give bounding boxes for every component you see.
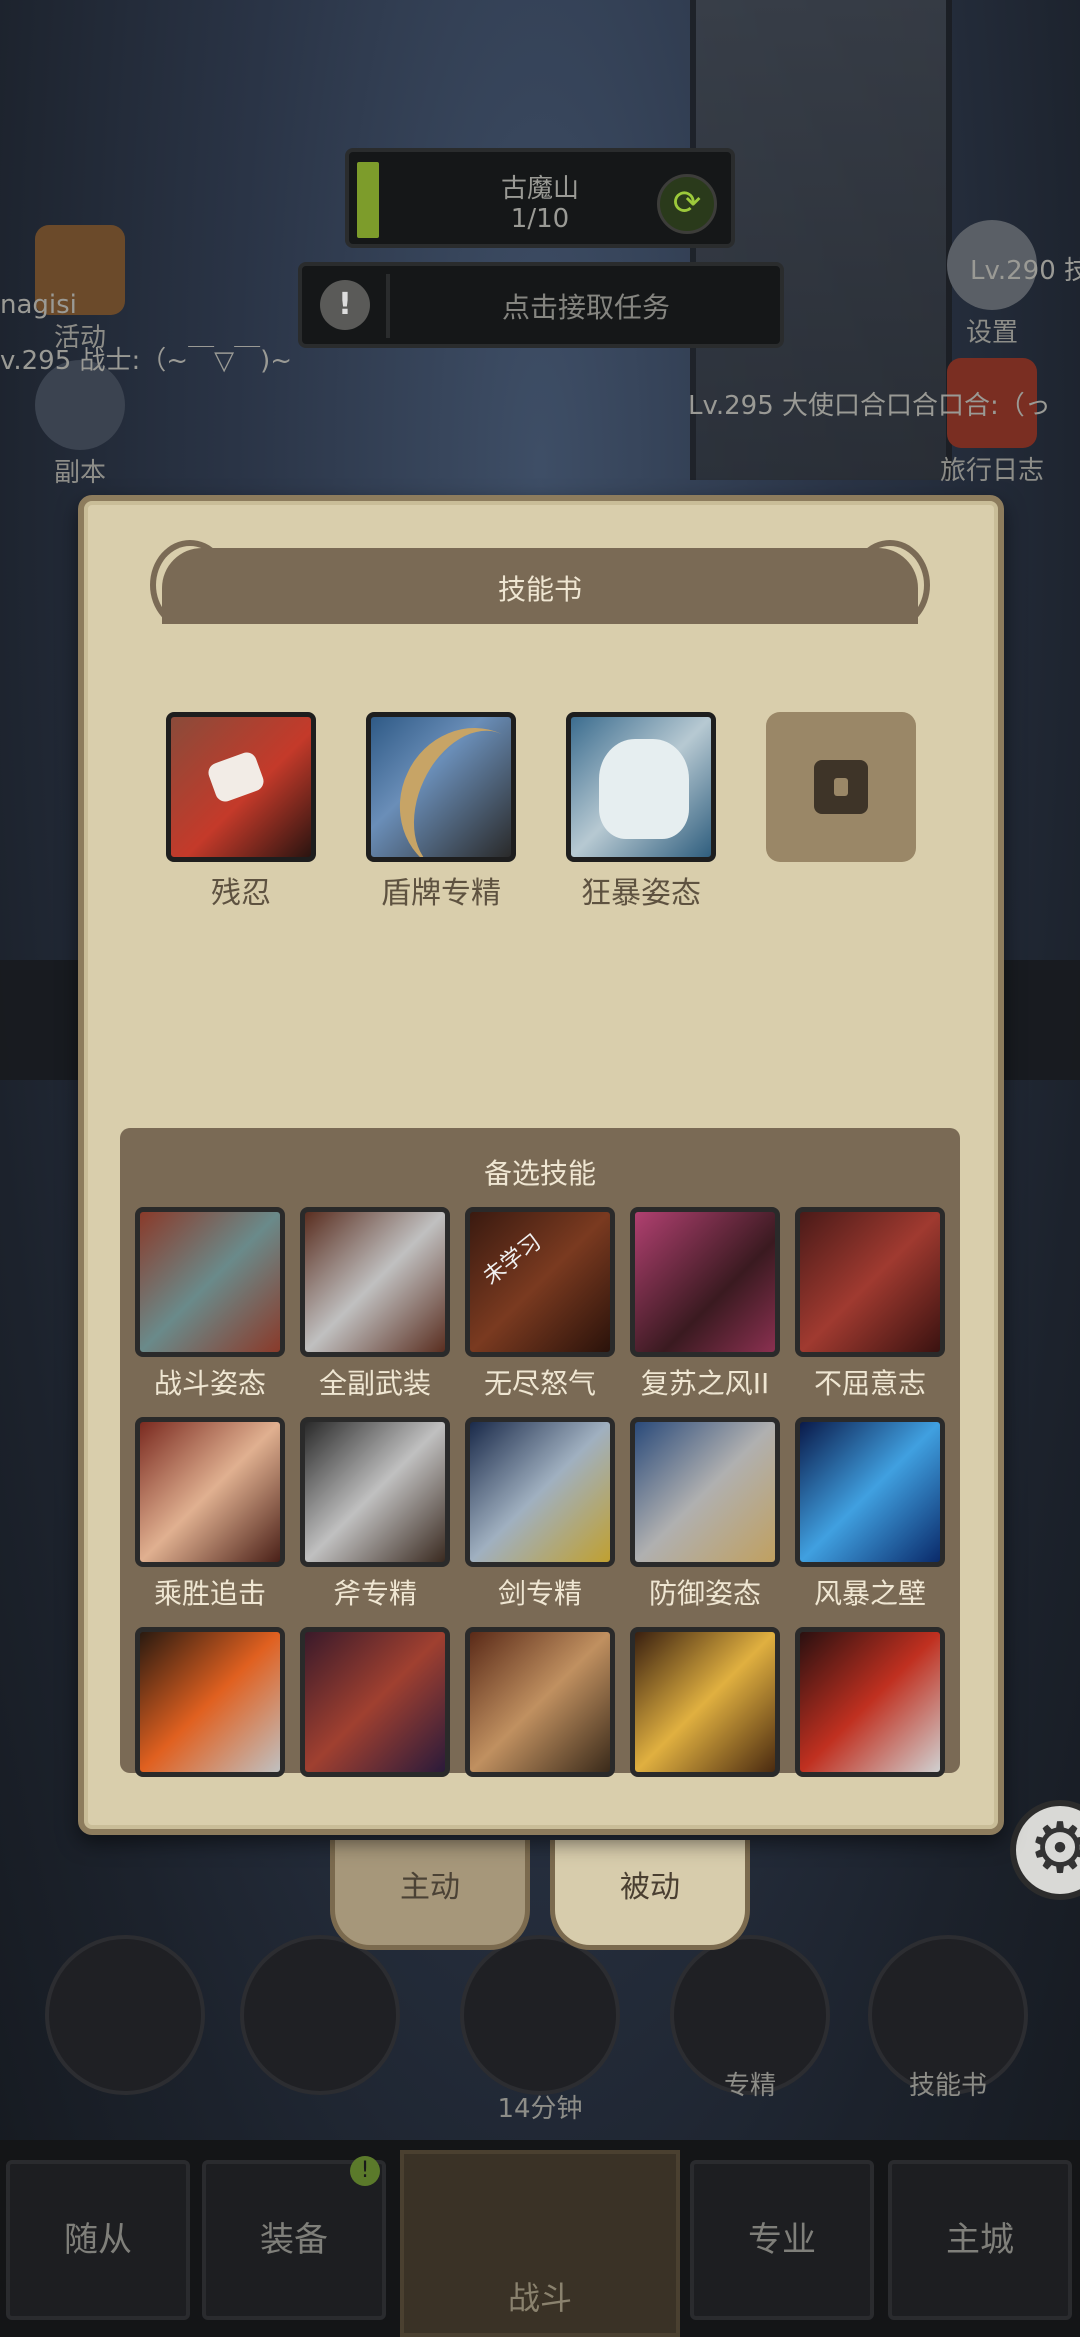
- skill-label: 斧专精: [332, 1577, 417, 1610]
- berserk-stance-icon: [599, 739, 689, 839]
- skill-icon[interactable]: [300, 1627, 450, 1777]
- skill-icon[interactable]: [465, 1627, 615, 1777]
- skill-label: 战斗姿态: [153, 1367, 266, 1400]
- task-button[interactable]: ! 点击接取任务: [298, 262, 784, 348]
- skill-icon[interactable]: [135, 1627, 285, 1777]
- dungeon-button[interactable]: 副本: [20, 360, 140, 489]
- panel-title: 技能书: [497, 573, 582, 606]
- travel-log-button[interactable]: 旅行日志: [932, 358, 1052, 487]
- tab-active-skills[interactable]: 主动: [330, 1840, 530, 1950]
- nav-profession[interactable]: 专业: [690, 2160, 874, 2320]
- skill-endless-rage[interactable]: 未学习: [465, 1207, 615, 1357]
- panel-title-bar: 技能书: [162, 548, 918, 624]
- map-selector[interactable]: 古魔山 1/10 ⟳: [345, 148, 735, 248]
- cruelty-icon: [205, 749, 267, 805]
- equipped-label-2: 盾牌专精: [381, 876, 501, 911]
- specialize-label: 专精: [723, 2071, 776, 2101]
- refresh-icon[interactable]: ⟳: [657, 174, 717, 234]
- skill-axe-mastery[interactable]: [300, 1417, 450, 1567]
- shield-mastery-icon: [375, 717, 511, 857]
- nav-battle[interactable]: 战斗: [400, 2150, 680, 2337]
- nav-followers[interactable]: 随从: [6, 2160, 190, 2320]
- equipped-slot-2[interactable]: [366, 712, 516, 862]
- potion-button[interactable]: [45, 1935, 205, 2095]
- skill-icon[interactable]: [630, 1627, 780, 1777]
- locked-slot: [766, 712, 916, 862]
- equipment-badge: !: [350, 2156, 380, 2186]
- bag-button[interactable]: [240, 1935, 400, 2095]
- skill-label: 乘胜追击: [153, 1577, 266, 1610]
- nav-battle-label: 战斗: [507, 2279, 572, 2317]
- skill-label: 风暴之壁: [813, 1577, 926, 1610]
- divider: [386, 274, 390, 338]
- equipped-slot-1[interactable]: [166, 712, 316, 862]
- skill-label: 复苏之风II: [640, 1367, 770, 1400]
- chat-level: Lv.290 技: [970, 256, 1080, 286]
- skill-label: 不屈意志: [813, 1367, 926, 1400]
- chat-message-2: Lv.295 大使口合口合口合:（っ: [688, 391, 1051, 421]
- skill-battle-stance[interactable]: [135, 1207, 285, 1357]
- skill-storm-wall[interactable]: [795, 1417, 945, 1567]
- unlearned-tag: 未学习: [478, 1229, 547, 1291]
- skillbook-label: 技能书: [908, 2071, 987, 2101]
- skill-label: 无尽怒气: [483, 1367, 596, 1400]
- dungeon-label: 副本: [53, 458, 106, 488]
- settings-label: 设置: [965, 318, 1018, 348]
- nav-city[interactable]: 主城: [888, 2160, 1072, 2320]
- chest-button[interactable]: [460, 1935, 620, 2095]
- travel-log-label: 旅行日志: [939, 456, 1044, 486]
- skill-defensive-stance[interactable]: [630, 1417, 780, 1567]
- task-label: 点击接取任务: [501, 291, 670, 324]
- chest-timer: 14分钟: [497, 2094, 583, 2124]
- skill-label: 全副武装: [318, 1367, 431, 1400]
- skill-icon[interactable]: [795, 1627, 945, 1777]
- alert-icon: !: [320, 280, 370, 330]
- lock-icon: [814, 760, 868, 814]
- skill-victory-rush[interactable]: [135, 1417, 285, 1567]
- skill-sword-mastery[interactable]: [465, 1417, 615, 1567]
- skill-label: 剑专精: [497, 1577, 582, 1610]
- chat-message: v.295 战士:（~￣▽￣)~: [0, 346, 292, 376]
- equipped-label-1: 残忍: [211, 876, 271, 911]
- alternative-skills-title: 备选技能: [483, 1157, 596, 1190]
- skill-label: 防御姿态: [648, 1577, 761, 1610]
- equipped-label-3: 狂暴姿态: [581, 876, 701, 911]
- tab-passive-skills[interactable]: 被动: [550, 1840, 750, 1950]
- skill-full-armor[interactable]: [300, 1207, 450, 1357]
- skill-revival-wind[interactable]: [630, 1207, 780, 1357]
- skill-unyielding-will[interactable]: [795, 1207, 945, 1357]
- chat-name: nagisi: [0, 290, 77, 320]
- equipped-slot-3[interactable]: [566, 712, 716, 862]
